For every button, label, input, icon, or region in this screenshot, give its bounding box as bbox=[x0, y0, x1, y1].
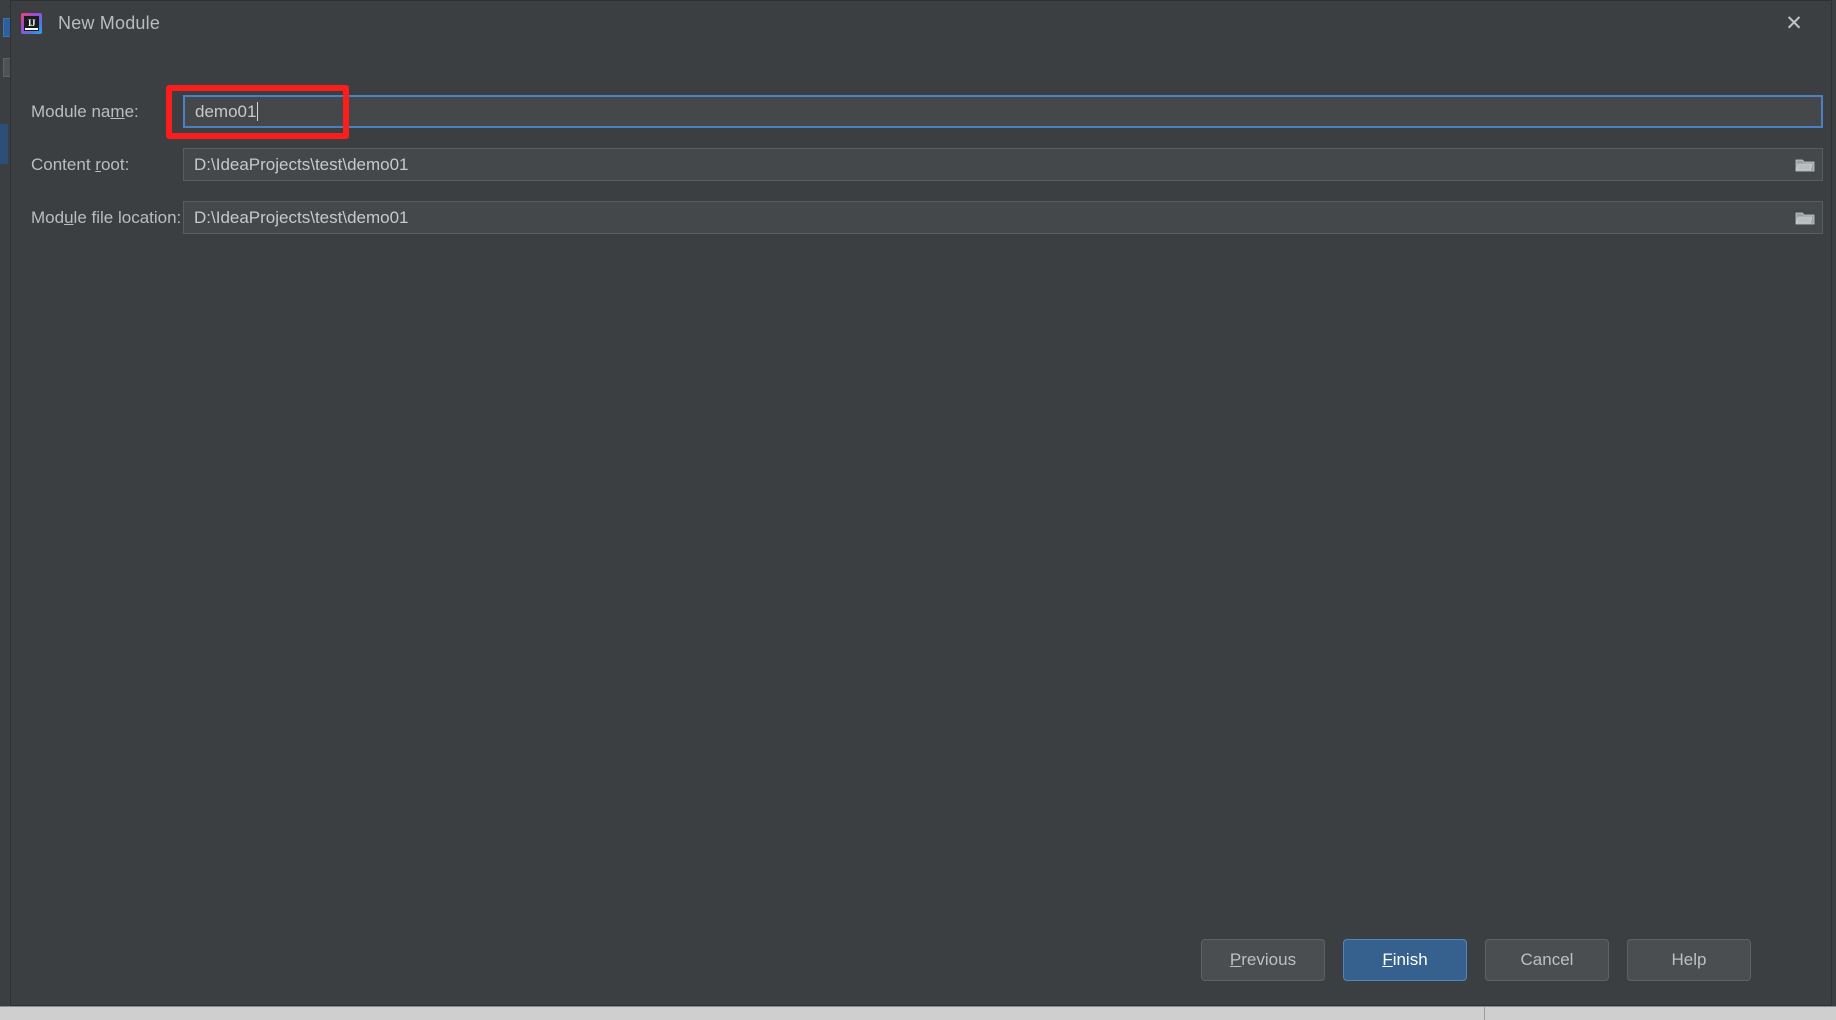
intellij-idea-icon: IJ bbox=[21, 12, 42, 34]
background-taskbar bbox=[0, 1006, 1836, 1020]
label-part: Module na bbox=[31, 102, 111, 121]
background-left-accent bbox=[0, 124, 8, 164]
content-root-value: D:\IdeaProjects\test\demo01 bbox=[194, 154, 409, 174]
content-root-label: Content root: bbox=[11, 155, 159, 175]
label-mnemonic: u bbox=[64, 208, 74, 227]
close-icon[interactable]: ✕ bbox=[1781, 11, 1807, 37]
label-part: le file location: bbox=[73, 208, 182, 227]
dialog-title: New Module bbox=[58, 12, 161, 33]
folder-icon[interactable] bbox=[1792, 206, 1818, 230]
module-name-label: Module name: bbox=[11, 102, 159, 122]
label-part: Content bbox=[31, 155, 96, 174]
button-mnemonic: P bbox=[1229, 950, 1242, 969]
background-taskbar-divider bbox=[1484, 1006, 1485, 1020]
button-label-part: Cancel bbox=[1520, 950, 1574, 969]
button-label-part: Help bbox=[1671, 950, 1707, 969]
dialog-body: Module name: demo01 Content root: D:\Ide… bbox=[11, 45, 1831, 915]
module-name-value: demo01 bbox=[195, 101, 257, 121]
dialog-footer: Previous Finish Cancel Help bbox=[11, 915, 1831, 1005]
module-file-location-field[interactable]: D:\IdeaProjects\test\demo01 bbox=[183, 201, 1823, 234]
label-part: Mod bbox=[31, 208, 65, 227]
module-file-location-value: D:\IdeaProjects\test\demo01 bbox=[194, 207, 409, 227]
new-module-dialog: IJ New Module ✕ Module name: demo01 Cont… bbox=[10, 0, 1832, 1006]
button-label-part: revious bbox=[1241, 950, 1297, 969]
label-part: oot: bbox=[100, 155, 130, 174]
label-mnemonic: m bbox=[110, 102, 125, 121]
text-caret bbox=[257, 102, 259, 121]
label-part: e: bbox=[124, 102, 139, 121]
content-root-field[interactable]: D:\IdeaProjects\test\demo01 bbox=[183, 148, 1823, 181]
folder-icon[interactable] bbox=[1792, 153, 1818, 177]
help-button[interactable]: Help bbox=[1627, 939, 1751, 981]
button-label-part: inish bbox=[1392, 950, 1428, 969]
module-file-location-label: Module file location: bbox=[11, 208, 181, 228]
module-name-field[interactable]: demo01 bbox=[183, 95, 1823, 128]
cancel-button[interactable]: Cancel bbox=[1485, 939, 1609, 981]
dialog-title-bar: IJ New Module ✕ bbox=[11, 1, 1831, 45]
button-mnemonic: F bbox=[1382, 950, 1393, 969]
finish-button[interactable]: Finish bbox=[1343, 939, 1467, 981]
previous-button[interactable]: Previous bbox=[1201, 939, 1325, 981]
